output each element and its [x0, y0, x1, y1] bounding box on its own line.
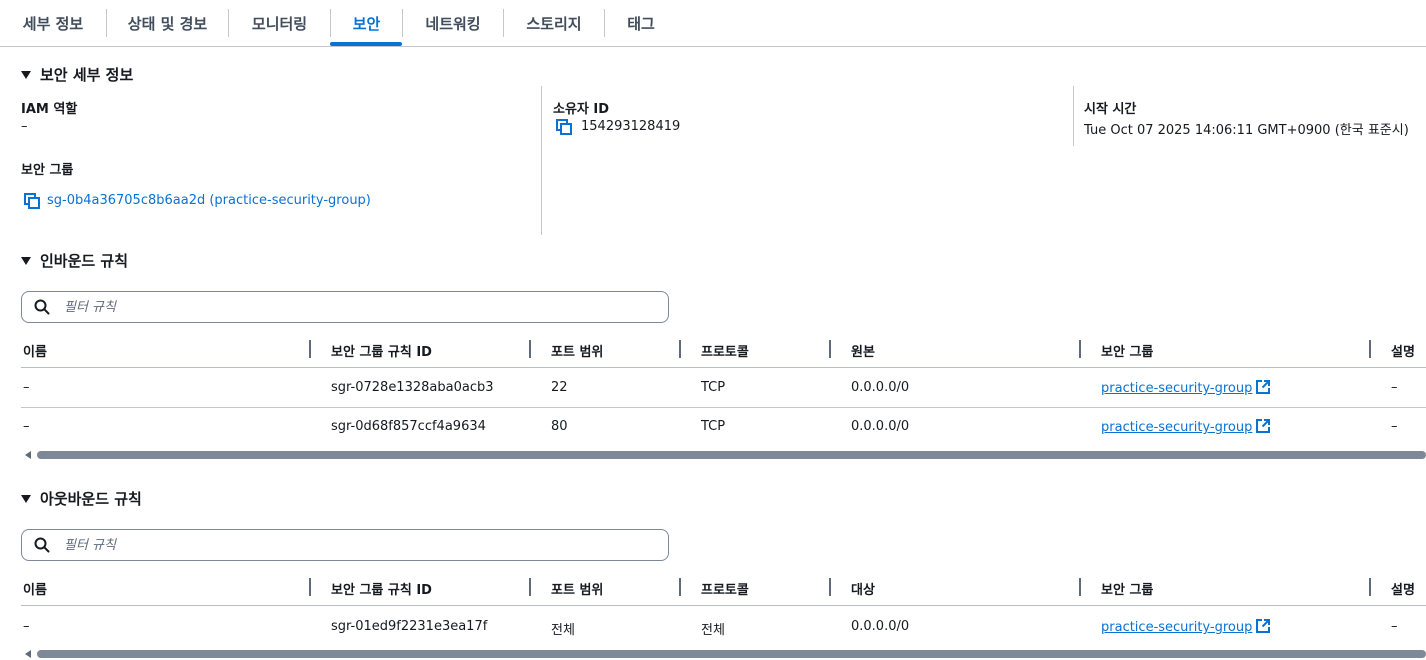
search-icon	[34, 299, 50, 315]
security-groups-label: 보안 그룹	[21, 163, 74, 178]
cell-name: –	[23, 619, 30, 634]
column-divider	[1073, 86, 1074, 146]
scroll-left-icon[interactable]	[25, 451, 31, 459]
col-header-port-range[interactable]: 포트 범위	[551, 341, 603, 360]
column-resizer[interactable]	[829, 340, 831, 358]
table-header-divider	[21, 605, 1426, 606]
col-header-description[interactable]: 설명	[1391, 341, 1415, 360]
security-group-link[interactable]: practice-security-group	[1101, 619, 1271, 637]
iam-role-value: –	[21, 119, 28, 134]
col-header-name[interactable]: 이름	[23, 341, 47, 360]
cell-source: 0.0.0.0/0	[851, 419, 910, 434]
tab-tags[interactable]: 태그	[605, 0, 677, 46]
col-header-security-group[interactable]: 보안 그룹	[1101, 579, 1153, 598]
column-resizer[interactable]	[1079, 340, 1081, 358]
row-divider	[21, 407, 1426, 408]
cell-protocol: TCP	[701, 419, 726, 434]
iam-role-label: IAM 역할	[21, 102, 78, 117]
column-resizer[interactable]	[309, 340, 311, 358]
column-resizer[interactable]	[1369, 340, 1371, 358]
outbound-rules-title: 아웃바운드 규칙	[40, 490, 142, 508]
cell-description: –	[1391, 619, 1398, 634]
table-header-divider	[21, 367, 1426, 368]
col-header-destination[interactable]: 대상	[851, 579, 875, 598]
security-group-link[interactable]: practice-security-group	[1101, 380, 1271, 398]
col-header-name[interactable]: 이름	[23, 579, 47, 598]
inbound-filter[interactable]	[21, 291, 669, 323]
column-resizer[interactable]	[529, 340, 531, 358]
scroll-left-icon[interactable]	[25, 650, 31, 658]
outbound-filter[interactable]	[21, 529, 669, 561]
col-header-rule-id[interactable]: 보안 그룹 규칙 ID	[331, 579, 432, 598]
outbound-rules-header[interactable]: 아웃바운드 규칙	[21, 488, 142, 509]
launch-time-value: Tue Oct 07 2025 14:06:11 GMT+0900 (한국 표준…	[1084, 123, 1409, 138]
col-header-protocol[interactable]: 프로토콜	[701, 341, 749, 360]
column-resizer[interactable]	[829, 578, 831, 596]
tab-networking[interactable]: 네트워킹	[403, 0, 503, 46]
cell-destination: 0.0.0.0/0	[851, 619, 910, 634]
column-resizer[interactable]	[309, 578, 311, 596]
col-header-rule-id[interactable]: 보안 그룹 규칙 ID	[331, 341, 432, 360]
launch-time-label: 시작 시간	[1084, 102, 1137, 117]
inbound-rules-header[interactable]: 인바운드 규칙	[21, 250, 128, 271]
cell-description: –	[1391, 419, 1398, 434]
cell-port-range: 22	[551, 380, 568, 395]
cell-rule-id: sgr-01ed9f2231e3ea17f	[331, 619, 488, 634]
tab-storage[interactable]: 스토리지	[504, 0, 604, 46]
cell-protocol: 전체	[701, 623, 725, 638]
tab-monitoring[interactable]: 모니터링	[229, 0, 330, 46]
cell-rule-id: sgr-0d68f857ccf4a9634	[331, 419, 486, 434]
tab-details[interactable]: 세부 정보	[0, 0, 106, 46]
caret-down-icon	[21, 257, 31, 265]
owner-id-label: 소유자 ID	[553, 102, 610, 117]
external-link-icon	[1256, 419, 1271, 437]
cell-rule-id: sgr-0728e1328aba0acb3	[331, 380, 494, 395]
cell-protocol: TCP	[701, 380, 726, 395]
column-resizer[interactable]	[529, 578, 531, 596]
col-header-description[interactable]: 설명	[1391, 579, 1415, 598]
inbound-rules-title: 인바운드 규칙	[40, 252, 129, 270]
active-tab-indicator	[330, 42, 402, 46]
security-group-link-text[interactable]: practice-security-group	[1101, 620, 1252, 635]
cell-description: –	[1391, 380, 1398, 395]
outbound-horizontal-scrollbar[interactable]	[21, 649, 1426, 659]
column-resizer[interactable]	[679, 340, 681, 358]
tab-bar: 세부 정보 상태 및 경보 모니터링 보안 네트워킹 스토리지 태그	[0, 0, 1426, 47]
tab-security[interactable]: 보안	[331, 0, 402, 46]
security-group-link[interactable]: practice-security-group	[1101, 419, 1271, 437]
column-resizer[interactable]	[1079, 578, 1081, 596]
inbound-horizontal-scrollbar[interactable]	[21, 450, 1426, 460]
cell-port-range: 80	[551, 419, 568, 434]
cell-source: 0.0.0.0/0	[851, 380, 910, 395]
cell-name: –	[23, 380, 30, 395]
caret-down-icon	[21, 71, 31, 79]
inbound-filter-input[interactable]	[62, 296, 652, 318]
column-resizer[interactable]	[1369, 578, 1371, 596]
external-link-icon	[1256, 380, 1271, 398]
copy-icon[interactable]	[556, 119, 572, 135]
col-header-source[interactable]: 원본	[851, 341, 875, 360]
security-group-link-text[interactable]: practice-security-group	[1101, 420, 1252, 435]
copy-icon[interactable]	[24, 193, 40, 209]
col-header-security-group[interactable]: 보안 그룹	[1101, 341, 1153, 360]
scrollbar-thumb[interactable]	[37, 451, 1426, 459]
col-header-protocol[interactable]: 프로토콜	[701, 579, 749, 598]
column-divider	[541, 86, 542, 235]
owner-id-value: 154293128419	[581, 119, 681, 134]
security-details-header[interactable]: 보안 세부 정보	[21, 64, 133, 85]
security-group-link[interactable]: sg-0b4a36705c8b6aa2d (practice-security-…	[47, 193, 371, 208]
outbound-filter-input[interactable]	[62, 534, 652, 556]
scrollbar-thumb[interactable]	[37, 650, 1426, 658]
column-resizer[interactable]	[679, 578, 681, 596]
search-icon	[34, 537, 50, 553]
external-link-icon	[1256, 619, 1271, 637]
cell-port-range: 전체	[551, 623, 575, 638]
caret-down-icon	[21, 495, 31, 503]
cell-name: –	[23, 419, 30, 434]
security-group-link-text[interactable]: practice-security-group	[1101, 381, 1252, 396]
col-header-port-range[interactable]: 포트 범위	[551, 579, 603, 598]
tab-status-alarms[interactable]: 상태 및 경보	[107, 0, 228, 46]
security-details-title: 보안 세부 정보	[40, 66, 134, 84]
